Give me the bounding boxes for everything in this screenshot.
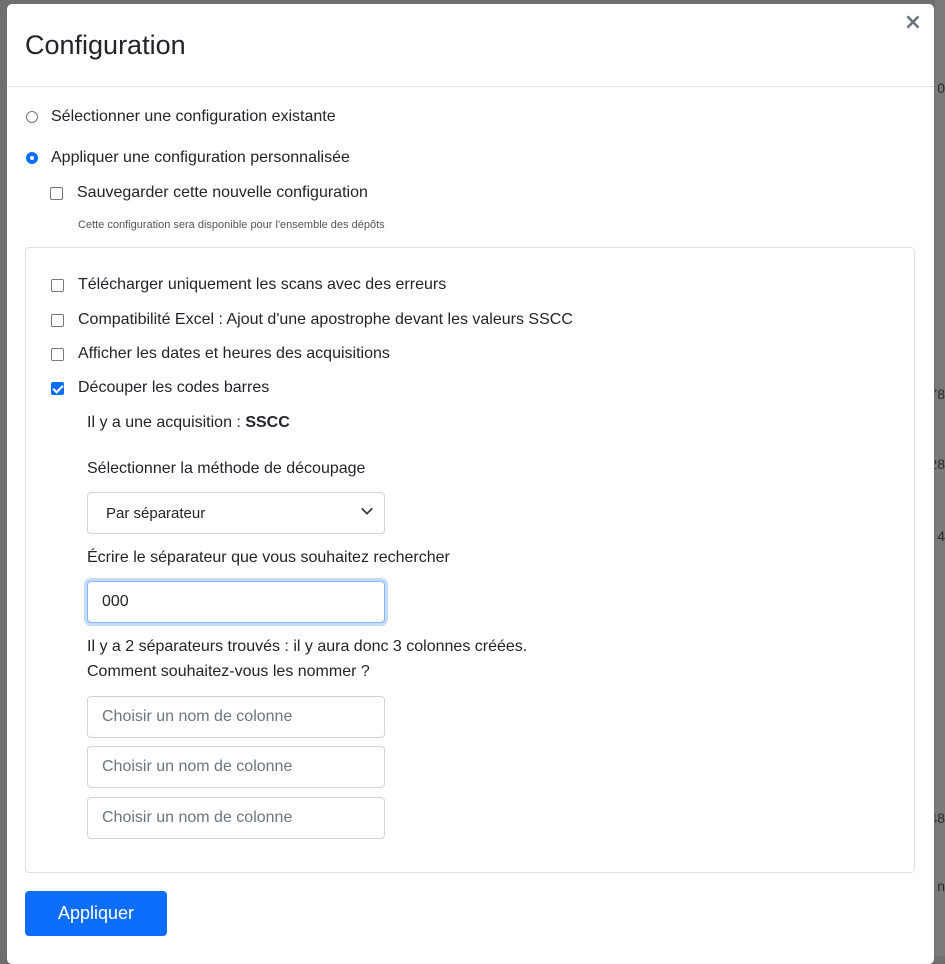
- acquisition-name: SSCC: [245, 414, 290, 431]
- background-text: n: [937, 878, 945, 894]
- split-method-select[interactable]: Par séparateur: [87, 492, 385, 534]
- configuration-modal: Configuration × Sélectionner une configu…: [7, 4, 934, 964]
- separator-input[interactable]: [87, 581, 385, 623]
- background-text: 4: [937, 528, 945, 544]
- acquisition-prefix: Il y a une acquisition :: [87, 414, 246, 431]
- background-text: 0: [937, 80, 945, 96]
- save-config-checkbox[interactable]: Sauvegarder cette nouvelle configuration: [50, 184, 368, 202]
- separators-found-text: Il y a 2 séparateurs trouvés : il y aura…: [87, 638, 528, 655]
- radio-custom-config[interactable]: Appliquer une configuration personnalisé…: [26, 149, 350, 167]
- close-icon[interactable]: ×: [902, 12, 924, 34]
- split-barcodes-label: Découper les codes barres: [78, 379, 270, 396]
- background-page: 0 78 28 4 48 n: [935, 0, 945, 956]
- save-config-hint: Cette configuration sera disponible pour…: [78, 219, 385, 231]
- errors-only-label: Télécharger uniquement les scans avec de…: [78, 276, 447, 293]
- apply-button[interactable]: Appliquer: [25, 891, 167, 936]
- radio-custom-input[interactable]: [26, 152, 38, 164]
- column-name-input-2[interactable]: [87, 746, 385, 788]
- chevron-down-icon: [361, 507, 373, 515]
- acquisition-info: Il y a une acquisition : SSCC: [87, 414, 290, 432]
- excel-compat-label: Compatibilité Excel : Ajout d'une apostr…: [78, 311, 573, 328]
- errors-only-input[interactable]: [51, 278, 64, 292]
- background-text: 48: [935, 810, 945, 826]
- excel-compat-checkbox[interactable]: Compatibilité Excel : Ajout d'une apostr…: [51, 311, 573, 329]
- radio-existing-input[interactable]: [26, 111, 38, 123]
- separator-label: Écrire le séparateur que vous souhaitez …: [87, 549, 450, 566]
- modal-header: Configuration ×: [7, 4, 934, 87]
- errors-only-checkbox[interactable]: Télécharger uniquement les scans avec de…: [51, 276, 446, 294]
- settings-panel: Télécharger uniquement les scans avec de…: [25, 247, 915, 873]
- split-method-value: Par séparateur: [106, 504, 206, 522]
- modal-title: Configuration: [25, 30, 186, 60]
- split-barcodes-input[interactable]: [51, 381, 64, 395]
- background-text: 28: [935, 456, 945, 472]
- column-name-input-1[interactable]: [87, 696, 385, 738]
- show-dates-checkbox[interactable]: Afficher les dates et heures des acquisi…: [51, 345, 390, 363]
- show-dates-input[interactable]: [51, 347, 64, 361]
- column-name-question: Comment souhaitez-vous les nommer ?: [87, 663, 370, 680]
- radio-existing-label: Sélectionner une configuration existante: [51, 108, 336, 125]
- show-dates-label: Afficher les dates et heures des acquisi…: [78, 345, 390, 362]
- split-barcodes-checkbox[interactable]: Découper les codes barres: [51, 379, 269, 397]
- method-label: Sélectionner la méthode de découpage: [87, 460, 366, 477]
- save-config-label: Sauvegarder cette nouvelle configuration: [77, 184, 368, 201]
- save-config-input[interactable]: [50, 186, 63, 200]
- background-text: 78: [935, 386, 945, 402]
- radio-custom-label: Appliquer une configuration personnalisé…: [51, 149, 350, 166]
- column-name-input-3[interactable]: [87, 797, 385, 839]
- radio-existing-config[interactable]: Sélectionner une configuration existante: [26, 108, 336, 126]
- excel-compat-input[interactable]: [51, 313, 64, 327]
